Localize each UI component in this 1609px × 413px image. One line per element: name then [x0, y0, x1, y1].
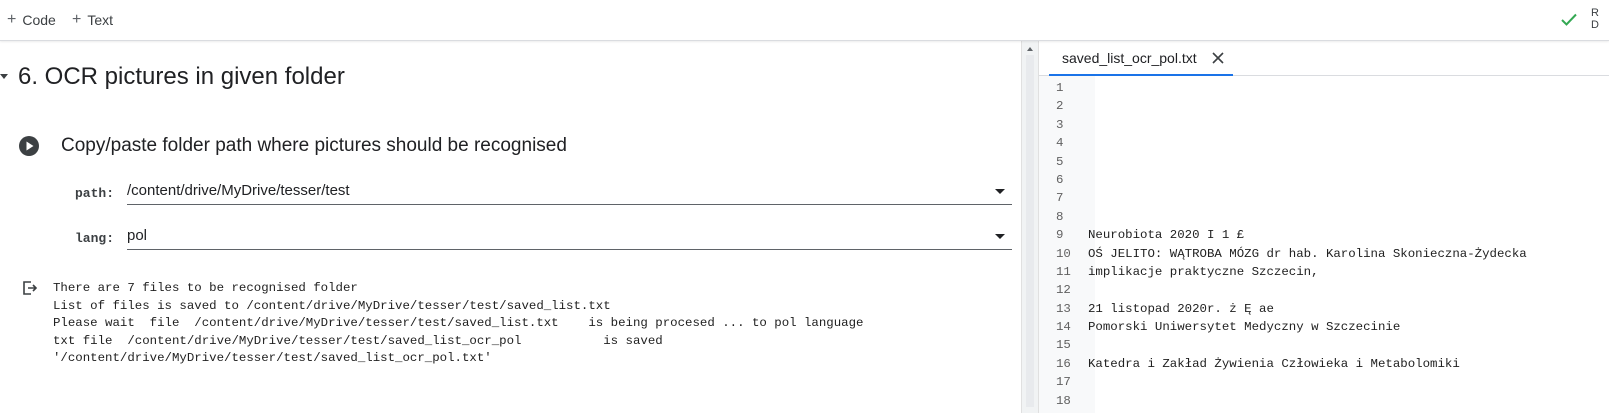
check-icon	[1561, 13, 1577, 26]
dropdown-arrow-icon[interactable]	[995, 189, 1005, 194]
file-content: 1 2 3 4 5 6 7 8 9 Neurobiota 2020 I 1 £10 OŚ JELIT…	[1039, 79, 1609, 410]
line-number: 12	[1056, 283, 1071, 298]
lang-value: pol	[127, 227, 148, 244]
output-line: List of files is saved to /content/drive…	[53, 298, 611, 313]
dropdown-arrow-icon[interactable]	[995, 234, 1005, 239]
file-viewer: saved_list_ocr_pol.txt 1 2 3 4 5 6 7 8 9 Neurobio…	[1039, 41, 1609, 413]
output-line: Please wait file /content/drive/MyDrive/…	[53, 316, 864, 330]
add-text-button[interactable]: + Text	[72, 9, 113, 31]
path-label: path:	[75, 186, 115, 201]
file-line: 3	[1039, 116, 1609, 134]
line-number: 18	[1056, 393, 1071, 408]
file-tab[interactable]: saved_list_ocr_pol.txt	[1049, 41, 1233, 76]
output-line: There are 7 files to be recognised folde…	[53, 281, 358, 295]
file-line: 18	[1039, 392, 1609, 410]
output-actions-icon[interactable]	[22, 280, 38, 296]
pane-splitter[interactable]	[1021, 41, 1039, 413]
file-line: 11 implikacje praktyczne Szczecin,	[1039, 263, 1609, 281]
line-number: 17	[1056, 375, 1071, 390]
section-heading: 6. OCR pictures in given folder	[18, 63, 345, 90]
add-code-label: Code	[22, 12, 56, 28]
status-text: R D	[1591, 7, 1599, 31]
line-number: 13	[1056, 301, 1071, 316]
scroll-up-icon[interactable]	[1027, 47, 1033, 51]
file-line: 9 Neurobiota 2020 I 1 £	[1039, 226, 1609, 244]
collapse-caret-icon[interactable]	[0, 74, 8, 79]
line-number: 15	[1056, 338, 1071, 353]
line-number: 5	[1056, 154, 1064, 169]
line-text: 21 listopad 2020r. ż Ę ae	[1088, 301, 1274, 316]
connection-status[interactable]: R D	[1549, 6, 1609, 34]
scrollbar-thumb[interactable]	[1026, 55, 1034, 407]
plus-icon: +	[7, 11, 17, 28]
file-line: 13 21 listopad 2020r. ż Ę ae	[1039, 300, 1609, 318]
file-tab-name: saved_list_ocr_pol.txt	[1062, 50, 1197, 66]
file-line: 2	[1039, 97, 1609, 115]
output-line: '/content/drive/MyDrive/tesser/test/save…	[53, 351, 492, 365]
run-cell-button[interactable]	[19, 136, 39, 156]
line-number: 4	[1056, 136, 1064, 151]
line-number: 9	[1056, 228, 1064, 243]
line-text: Pomorski Uniwersytet Medyczny w Szczecin…	[1088, 320, 1401, 335]
lang-input[interactable]: pol	[127, 226, 1012, 250]
line-text: Katedra i Zakład Żywienia Człowieka i Me…	[1088, 356, 1460, 371]
file-line: 1	[1039, 79, 1609, 97]
cell-output: There are 7 files to be recognised folde…	[53, 280, 863, 368]
file-tabbar: saved_list_ocr_pol.txt	[1039, 41, 1609, 76]
plus-icon: +	[72, 11, 82, 28]
line-text: implikacje praktyczne Szczecin,	[1088, 264, 1319, 279]
line-number: 10	[1056, 246, 1071, 261]
file-line: 15	[1039, 336, 1609, 354]
file-line: 8	[1039, 208, 1609, 226]
file-line: 10 OŚ JELITO: WĄTROBA MÓZG dr hab. Karoli…	[1039, 245, 1609, 263]
path-input[interactable]: /content/drive/MyDrive/tesser/test	[127, 181, 1012, 205]
add-code-button[interactable]: + Code	[7, 9, 56, 31]
lang-label: lang:	[75, 231, 115, 246]
file-line: 12	[1039, 281, 1609, 299]
add-text-label: Text	[87, 12, 114, 28]
line-number: 3	[1056, 117, 1064, 132]
output-line: txt file /content/drive/MyDrive/tesser/t…	[53, 333, 663, 348]
close-icon[interactable]	[1211, 51, 1225, 65]
line-number: 11	[1056, 264, 1071, 279]
form-title: Copy/paste folder path where pictures sh…	[61, 135, 567, 156]
line-number: 1	[1056, 81, 1064, 95]
path-value: /content/drive/MyDrive/tesser/test	[127, 182, 350, 199]
file-line: 14 Pomorski Uniwersytet Medyczny w Szczec…	[1039, 318, 1609, 336]
notebook-toolbar: + Code + Text R D	[0, 0, 1609, 41]
line-text: Neurobiota 2020 I 1 £	[1088, 228, 1245, 243]
line-number: 2	[1056, 99, 1064, 114]
line-number: 16	[1056, 356, 1071, 371]
line-number: 6	[1056, 172, 1064, 187]
file-line: 7	[1039, 189, 1609, 207]
notebook-pane: 6. OCR pictures in given folder Copy/pas…	[0, 41, 1021, 413]
file-line: 6	[1039, 171, 1609, 189]
line-text: OŚ JELITO: WĄTROBA MÓZG dr hab. Karolina…	[1088, 246, 1527, 261]
line-number: 7	[1056, 191, 1064, 206]
file-line: 16 Katedra i Zakład Żywienia Człowieka i …	[1039, 355, 1609, 373]
file-line: 4	[1039, 134, 1609, 152]
file-line: 17	[1039, 373, 1609, 391]
file-line: 5	[1039, 153, 1609, 171]
line-number: 14	[1056, 320, 1071, 335]
line-number: 8	[1056, 209, 1064, 224]
